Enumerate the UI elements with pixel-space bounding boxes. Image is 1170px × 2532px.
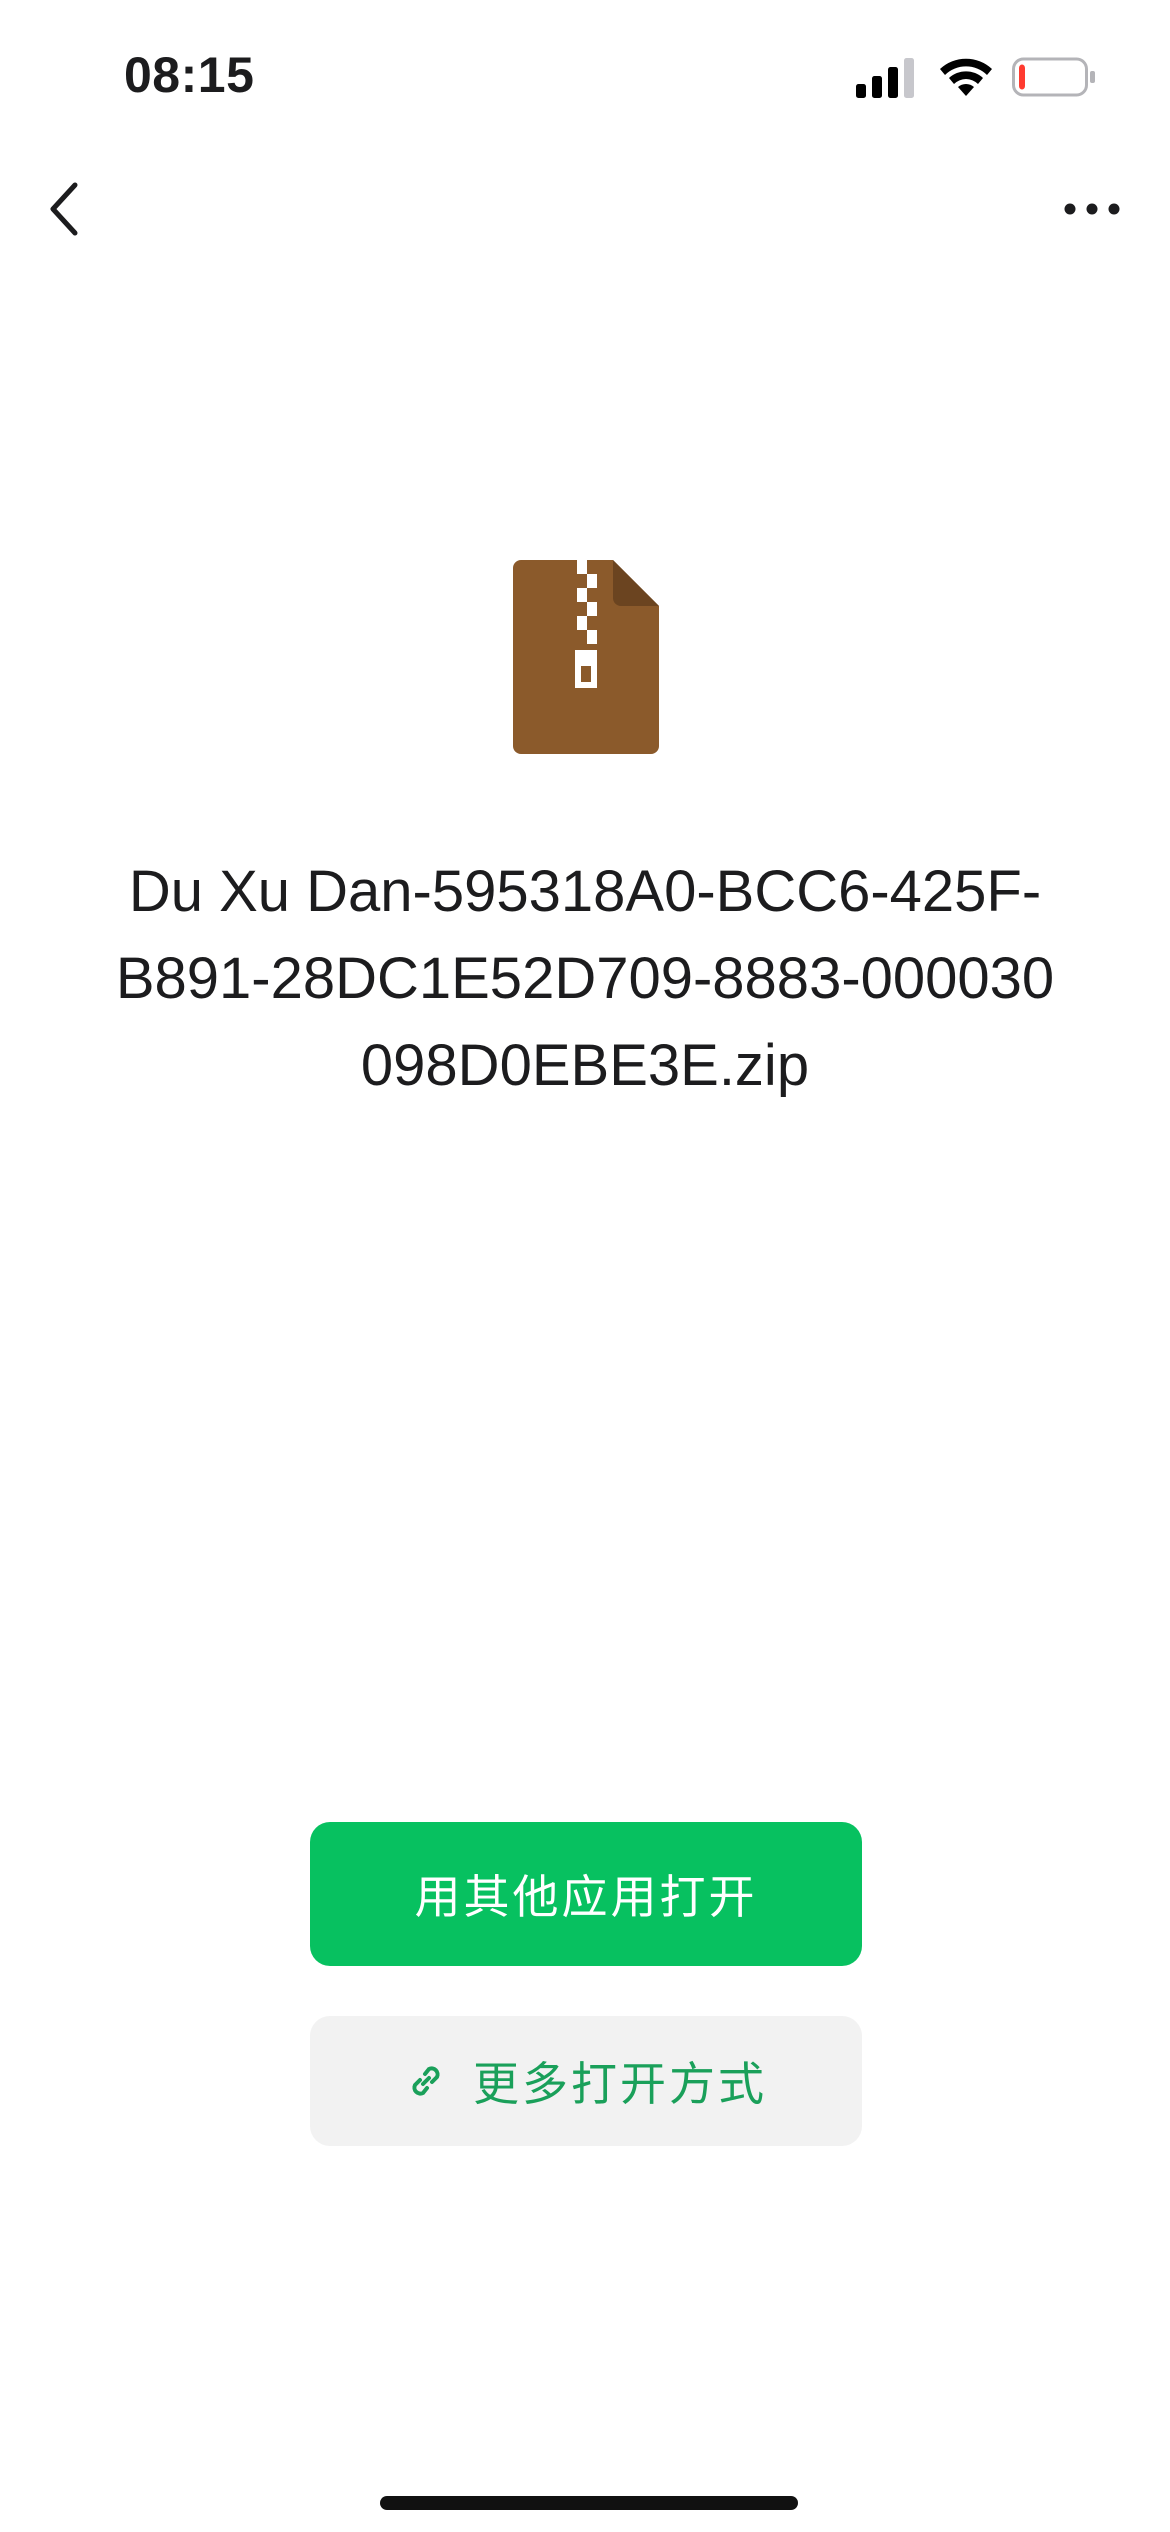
more-open-methods-label: 更多打开方式 bbox=[473, 2057, 767, 2111]
open-with-other-app-label: 用其他应用打开 bbox=[414, 1870, 758, 1924]
status-time: 08:15 bbox=[124, 47, 255, 103]
ellipsis-icon bbox=[1064, 203, 1120, 215]
more-options-button[interactable] bbox=[1052, 174, 1132, 244]
file-name: Du Xu Dan-595318A0-BCC6-425F-B891-28DC1E… bbox=[115, 859, 1055, 1098]
navigation-bar bbox=[0, 150, 1170, 270]
chevron-left-icon bbox=[50, 182, 78, 236]
battery-icon bbox=[1012, 57, 1095, 97]
link-icon bbox=[412, 2066, 440, 2096]
home-indicator[interactable] bbox=[380, 2496, 798, 2510]
wifi-icon bbox=[940, 58, 992, 96]
open-with-other-app-button[interactable]: 用其他应用打开 bbox=[310, 1822, 862, 1966]
status-bar: 08:15 bbox=[0, 0, 1170, 150]
more-open-methods-button[interactable]: 更多打开方式 bbox=[310, 2016, 862, 2146]
zip-file-icon bbox=[513, 560, 659, 754]
back-button[interactable] bbox=[30, 174, 100, 244]
signal-icon bbox=[856, 58, 914, 98]
